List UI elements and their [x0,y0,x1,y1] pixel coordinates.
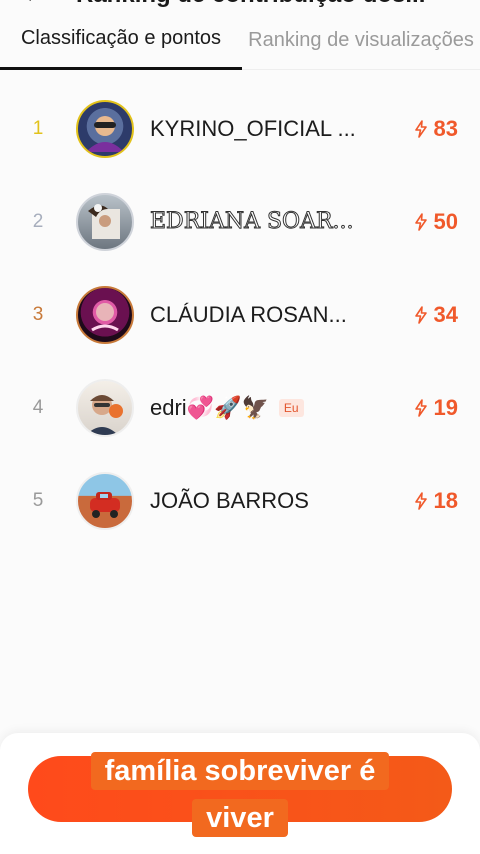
points: 19 [414,361,458,454]
tab-visualizacoes[interactable]: Ranking de visualizações [242,10,480,70]
rank-number: 3 [32,303,44,325]
avatar[interactable] [76,285,134,344]
caption-line-1: família sobreviver é [90,752,390,790]
points-value: 50 [433,208,458,234]
points-value: 18 [433,487,458,513]
points: 34 [414,268,458,361]
user-name: edri💞🚀🦅 Eu [150,395,304,421]
lightning-icon [414,305,427,324]
avatar[interactable] [76,471,134,530]
rank-number: 2 [32,210,44,232]
rank-number: 1 [32,117,44,139]
avatar-image-icon [90,491,120,518]
avatar[interactable] [76,378,134,437]
caption-line-2: viver [192,799,288,837]
rank-number: 4 [32,396,44,418]
user-name: JOÃO BARROS [150,487,309,513]
points-value: 34 [433,301,458,327]
points-value: 83 [433,115,458,141]
avatar[interactable] [76,99,134,158]
avatar-image-icon [88,203,120,239]
user-name: KYRINO_OFICIAL ... [150,115,356,141]
ranking-list: 1 KYRINO_OFICIAL ... 83 2 EDRIANA SOAR..… [0,82,480,547]
lightning-icon [414,398,427,417]
tab-label: Ranking de visualizações [248,28,474,51]
lightning-icon [414,212,427,231]
self-badge: Eu [278,398,304,417]
points: 50 [414,175,458,268]
ranking-row[interactable]: 1 KYRINO_OFICIAL ... 83 [0,82,480,175]
lightning-icon [414,119,427,138]
ranking-row[interactable]: 2 EDRIANA SOAR... 50 [0,175,480,268]
points: 18 [414,454,458,547]
user-name: EDRIANA SOAR... [150,209,354,234]
avatar-image-icon [91,302,119,331]
lightning-icon [414,491,427,510]
avatar[interactable] [76,192,134,251]
ranking-row[interactable]: 4 edri💞🚀🦅 Eu 19 [0,361,480,454]
avatar-image-icon [86,394,123,435]
tab-bar: Classificação e pontos Ranking de visual… [0,10,480,70]
page-title: Ranking de contribuição dos... [76,0,425,8]
rank-number: 5 [32,489,44,511]
back-arrow-icon[interactable]: ← [22,0,46,8]
user-name: CLÁUDIA ROSAN... [150,301,347,327]
ranking-row[interactable]: 5 JOÃO BARROS 18 [0,454,480,547]
ranking-row[interactable]: 3 CLÁUDIA ROSAN... 34 [0,268,480,361]
caption-overlay: família sobreviver é viver [70,748,410,842]
avatar-image-icon [86,115,124,152]
points: 83 [414,82,458,175]
tab-label: Classificação e pontos [20,27,222,49]
points-value: 19 [433,394,458,420]
header: ← Ranking de contribuição dos... [0,0,480,8]
tab-classificacao[interactable]: Classificação e pontos [0,10,242,70]
